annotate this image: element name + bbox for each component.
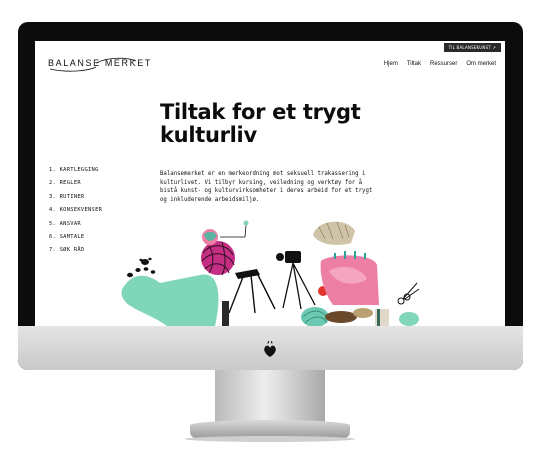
- monitor-stand-shadow: [185, 436, 355, 442]
- leaf-logo-icon: [264, 341, 276, 357]
- nav-tiltak[interactable]: Tiltak: [407, 61, 421, 67]
- step-link-samtale[interactable]: 6. SAMTALE: [49, 234, 102, 247]
- toenails: [127, 257, 156, 278]
- step-link-konsekvenser[interactable]: 4. KONSEKVENSER: [49, 207, 102, 220]
- nav-om-merket[interactable]: Om merket: [466, 61, 496, 67]
- page-title: Tiltak for et trygt kulturliv: [160, 100, 361, 147]
- logo-text: BALANSE MERKET: [48, 58, 152, 68]
- monitor-stand-neck: [215, 370, 325, 422]
- website-screen: TIL BALANSEKUNST ↗ BALANSE MERKET Hjem T…: [35, 41, 505, 326]
- foot-shape: [121, 274, 219, 326]
- scissors-icon: [397, 282, 420, 305]
- step-link-sok-rad[interactable]: 7. SØK RÅD: [49, 247, 102, 260]
- main-nav: Hjem Tiltak Ressurser Om merket: [384, 61, 496, 67]
- bread-shape: [313, 221, 355, 245]
- site-logo[interactable]: BALANSE MERKET: [48, 55, 150, 73]
- balansekunst-link[interactable]: TIL BALANSEKUNST ↗: [443, 43, 501, 52]
- bottle-shape: [222, 301, 229, 326]
- nav-ressurser[interactable]: Ressurser: [430, 61, 457, 67]
- step-link-kartlegging[interactable]: 1. KARTLEGGING: [49, 167, 102, 180]
- hero-illustration: [121, 220, 420, 326]
- nav-hjem[interactable]: Hjem: [384, 61, 398, 67]
- intro-text: Balansemerket er en merkeordning mot sek…: [160, 171, 373, 203]
- steps-list: 1. KARTLEGGING 2. REGLER 3. RUTINER 4. K…: [49, 167, 102, 261]
- camera-shape: [285, 251, 301, 263]
- step-link-regler[interactable]: 2. REGLER: [49, 180, 102, 193]
- step-link-rutiner[interactable]: 3. RUTINER: [49, 194, 102, 207]
- step-link-ansvar[interactable]: 5. ANSVAR: [49, 221, 102, 234]
